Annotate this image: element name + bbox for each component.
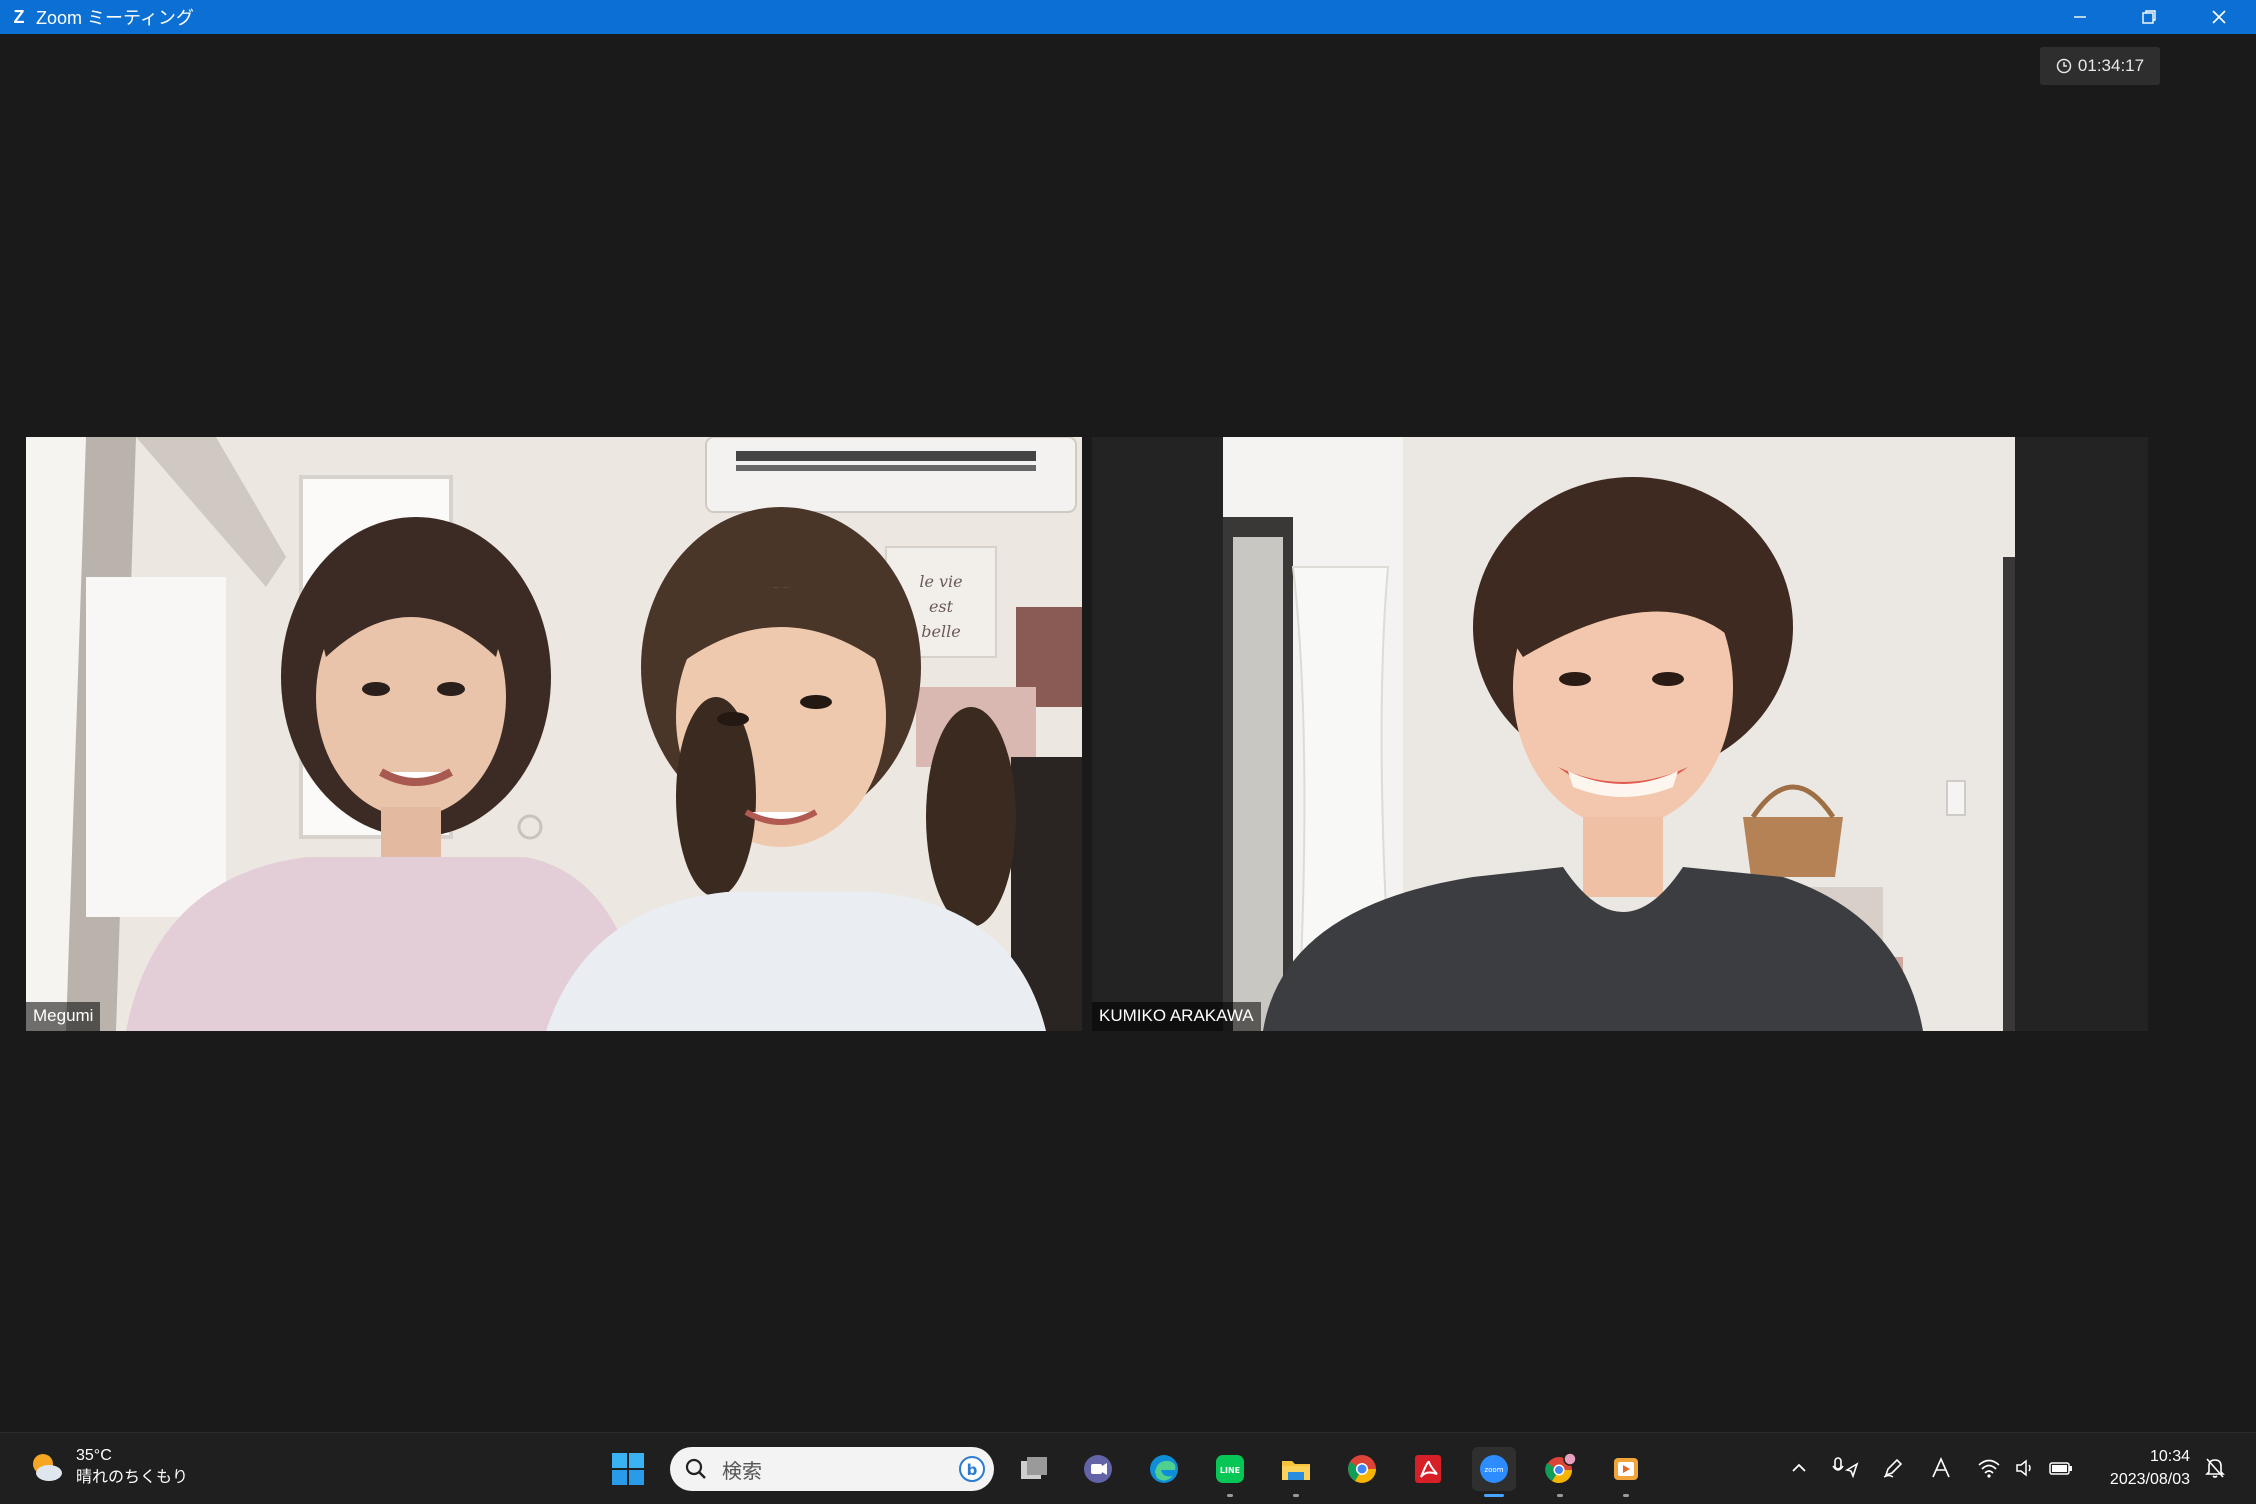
svg-text:LINE: LINE (1220, 1466, 1240, 1475)
running-indicator (1623, 1494, 1629, 1497)
active-indicator (1484, 1494, 1504, 1497)
running-indicator (1557, 1494, 1563, 1497)
close-button[interactable] (2184, 0, 2254, 34)
minimize-icon (2074, 16, 2086, 18)
svg-text:le vie: le vie (919, 572, 962, 591)
windows-logo-icon (612, 1453, 644, 1485)
running-indicator (1293, 1494, 1299, 1497)
participant-name-label: KUMIKO ARAKAWA (1092, 1002, 1261, 1031)
pen-icon[interactable] (1878, 1453, 1908, 1483)
video-frame-image (1223, 437, 2015, 1031)
video-feed (1223, 437, 2015, 1031)
svg-text:est: est (929, 597, 954, 616)
volume-icon[interactable] (2010, 1453, 2040, 1483)
taskbar: 35°C 晴れのちくもり 検索 b LINE zoom 10:34 2023/0… (0, 1432, 2256, 1504)
ime-mode-icon[interactable] (1926, 1453, 1956, 1483)
zoom-logo-icon: Z (13, 6, 25, 27)
clock-time: 10:34 (2149, 1448, 2190, 1465)
show-hidden-icons-chevron-up-icon[interactable] (1784, 1453, 1814, 1483)
taskbar-search-box[interactable]: 検索 b (670, 1447, 994, 1491)
file-explorer-icon[interactable] (1274, 1447, 1318, 1497)
start-button[interactable] (608, 1449, 648, 1489)
bing-icon[interactable]: b (958, 1455, 986, 1483)
chrome-icon[interactable] (1340, 1447, 1384, 1491)
svg-text:belle: belle (921, 622, 960, 641)
restore-icon (2142, 10, 2156, 24)
location-microphone-icon[interactable] (1830, 1453, 1860, 1483)
search-icon (685, 1458, 706, 1479)
media-player-icon[interactable] (1604, 1447, 1648, 1497)
participant-video-tile[interactable]: KUMIKO ARAKAWA (1092, 437, 2148, 1031)
edge-icon[interactable] (1142, 1447, 1186, 1491)
video-frame-image: le vie est belle (26, 437, 1082, 1031)
restore-button[interactable] (2114, 0, 2184, 34)
zoom-icon[interactable]: zoom (1472, 1447, 1516, 1497)
svg-text:b: b (967, 1461, 978, 1479)
weather-widget[interactable]: 35°C 晴れのちくもり (28, 1445, 188, 1489)
acrobat-icon[interactable] (1406, 1447, 1450, 1491)
meeting-timer[interactable]: 01:34:17 (2040, 47, 2160, 85)
participant-video-tile[interactable]: le vie est belle Megumi (26, 437, 1082, 1031)
minimize-button[interactable] (2045, 0, 2115, 34)
weather-temperature: 35°C (76, 1447, 112, 1464)
participant-name-label: Megumi (26, 1002, 101, 1031)
close-icon (2212, 10, 2226, 24)
notification-bell-icon[interactable] (2200, 1453, 2230, 1483)
title-bar[interactable]: Z Zoom ミーティング (0, 0, 2256, 34)
window-title: Zoom ミーティング (36, 8, 194, 28)
weather-condition: 晴れのちくもり (76, 1469, 189, 1486)
partly-cloudy-icon (33, 1454, 62, 1481)
chat-icon[interactable] (1076, 1447, 1120, 1491)
timer-text: 01:34:17 (2077, 56, 2145, 75)
wifi-icon[interactable] (1974, 1453, 2004, 1483)
taskbar-clock[interactable]: 10:34 2023/08/03 (2090, 1445, 2190, 1491)
clock-date: 2023/08/03 (2109, 1471, 2190, 1488)
running-indicator (1227, 1494, 1233, 1497)
task-view-icon[interactable] (1012, 1447, 1056, 1491)
search-placeholder: 検索 (722, 1460, 762, 1483)
chrome-profile-icon[interactable] (1538, 1447, 1582, 1497)
battery-icon[interactable] (2046, 1453, 2076, 1483)
svg-text:zoom: zoom (1484, 1466, 1503, 1474)
video-feed: le vie est belle (26, 437, 1082, 1031)
line-icon[interactable]: LINE (1208, 1447, 1252, 1497)
meeting-stage: 01:34:17 le vie est belle Megumi KUMIKO … (0, 34, 2256, 1432)
clock-icon (2056, 58, 2072, 74)
